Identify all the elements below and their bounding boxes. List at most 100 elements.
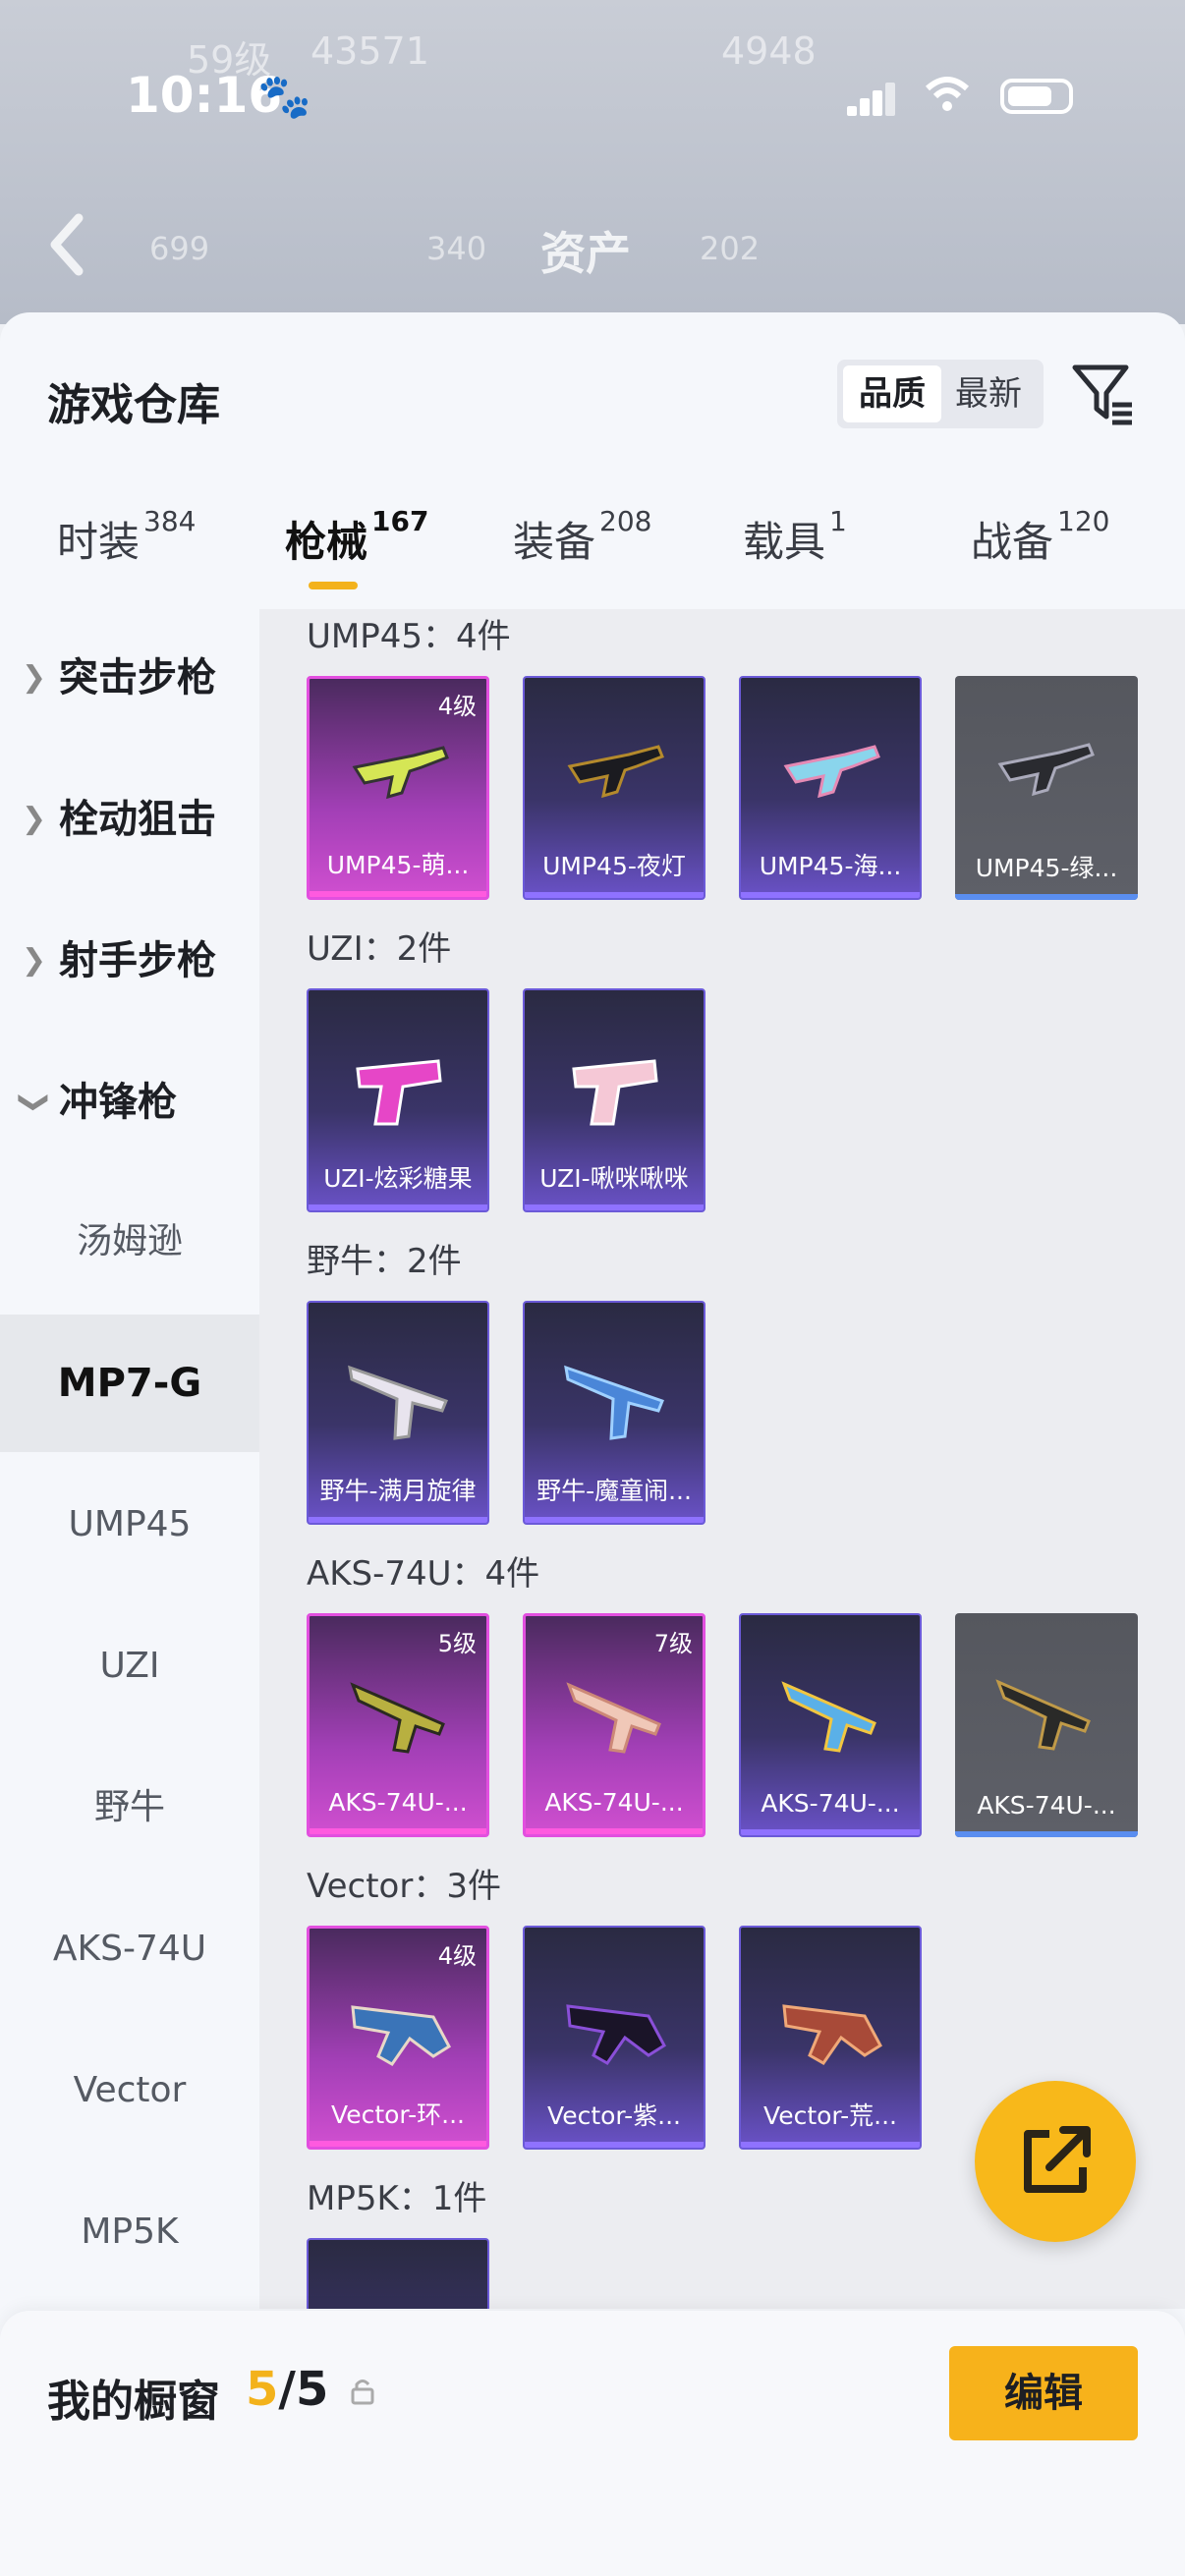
item-name: 野牛-魔童闹... xyxy=(536,1477,692,1505)
share-button[interactable] xyxy=(975,2081,1136,2242)
level-badge: 4级 xyxy=(437,693,477,720)
wifi-icon xyxy=(924,75,971,125)
gun-icon xyxy=(566,1682,661,1754)
rarity-bar xyxy=(310,1828,486,1834)
tab-count: 1 xyxy=(829,505,847,537)
sidebar-item-vector[interactable]: Vector xyxy=(0,2022,259,2159)
item-name: AKS-74U-... xyxy=(977,1791,1116,1820)
showcase-count: 5/5 xyxy=(246,2362,328,2417)
category-label: 突击步枪 xyxy=(59,655,216,700)
item-card[interactable]: 7级 AKS-74U-... xyxy=(523,1613,705,1837)
category-label: 射手步枪 xyxy=(59,938,216,983)
tab-vehicles[interactable]: 载具 1 xyxy=(743,505,847,569)
back-chevron-icon[interactable] xyxy=(47,210,86,296)
item-name: UMP45-绿... xyxy=(975,854,1118,882)
showcase-bar: 我的橱窗 5/5 编辑 xyxy=(0,2311,1185,2576)
rarity-bar xyxy=(955,894,1138,900)
item-card[interactable]: 野牛-魔童闹... xyxy=(523,1301,705,1525)
gun-icon xyxy=(348,1365,448,1440)
rarity-bar xyxy=(955,1831,1138,1837)
sidebar-item-uzi[interactable]: UZI xyxy=(0,1597,259,1735)
tab-equipment[interactable]: 装备 208 xyxy=(513,505,651,569)
item-card[interactable]: UMP45-绿... xyxy=(955,676,1138,900)
category-label: 栓动狙击 xyxy=(59,797,216,842)
group-title: Vector：3件 xyxy=(307,1867,501,1906)
tab-firearms[interactable]: 枪械 167 xyxy=(285,505,428,569)
gun-icon xyxy=(352,746,449,800)
paw-icon: 🐾 xyxy=(257,72,311,122)
showcase-label: 我的橱窗 xyxy=(47,2377,220,2427)
item-card[interactable]: UMP45-夜灯 xyxy=(523,676,705,900)
showcase-current: 5 xyxy=(246,2362,279,2417)
tab-fashion[interactable]: 时装 384 xyxy=(57,505,196,569)
group-title: UMP45：4件 xyxy=(307,617,511,656)
item-name: UMP45-萌... xyxy=(326,851,470,879)
items-grid: UMP45：4件 4级 UMP45-萌... UMP45-夜灯 UMP45-海.… xyxy=(259,609,1185,2309)
gun-icon xyxy=(995,1679,1091,1751)
item-name: UMP45-夜灯 xyxy=(542,852,686,880)
item-card[interactable]: UMP45-海... xyxy=(739,676,922,900)
item-card[interactable]: 4级 UMP45-萌... xyxy=(307,676,489,900)
nav-bar: 资产 xyxy=(0,196,1185,305)
item-name: UZI-炫彩糖果 xyxy=(323,1164,473,1193)
category-label: 冲锋枪 xyxy=(59,1080,177,1125)
filter-icon[interactable] xyxy=(1069,360,1138,428)
category-assault-rifle[interactable]: ❯ 突击步枪 xyxy=(0,609,259,747)
chevron-right-icon: ❯ xyxy=(22,660,47,695)
tab-label: 战备 xyxy=(971,518,1054,566)
showcase-separator: / xyxy=(278,2362,296,2417)
sidebar-item-aks74u[interactable]: AKS-74U xyxy=(0,1880,259,2018)
item-card[interactable]: Vector-紫... xyxy=(523,1926,705,2150)
sidebar-item-ump45[interactable]: UMP45 xyxy=(0,1456,259,1594)
sidebar-item-thompson[interactable]: 汤姆逊 xyxy=(0,1173,259,1311)
item-card[interactable]: 4级 Vector-环... xyxy=(307,1926,489,2150)
rarity-bar xyxy=(525,2142,704,2148)
item-name: 野牛-满月旋律 xyxy=(319,1477,477,1505)
item-card[interactable]: AKS-74U-... xyxy=(955,1613,1138,1837)
gun-icon xyxy=(344,2289,454,2309)
status-bar: 10:16 🐾 xyxy=(0,49,1185,147)
gun-icon xyxy=(783,745,880,799)
category-bolt-sniper[interactable]: ❯ 栓动狙击 xyxy=(0,751,259,888)
gun-icon xyxy=(356,1059,442,1126)
edit-button[interactable]: 编辑 xyxy=(949,2346,1138,2440)
category-smg[interactable]: ❯ 冲锋枪 xyxy=(0,1034,259,1171)
item-name: Vector-荒... xyxy=(763,2101,897,2130)
item-name: UZI-啾咪啾咪 xyxy=(539,1164,689,1193)
sidebar-item-bizon[interactable]: 野牛 xyxy=(0,1739,259,1876)
item-card[interactable]: 野牛-满月旋律 xyxy=(307,1301,489,1525)
sort-latest-button[interactable]: 最新 xyxy=(939,365,1038,422)
rarity-bar xyxy=(525,1517,704,1523)
item-card[interactable] xyxy=(307,2238,489,2309)
group-title: UZI：2件 xyxy=(307,929,452,969)
tab-count: 120 xyxy=(1057,505,1110,537)
tab-label: 时装 xyxy=(57,518,141,566)
item-card[interactable]: AKS-74U-... xyxy=(739,1613,922,1837)
rarity-bar xyxy=(741,1829,920,1835)
chevron-right-icon: ❯ xyxy=(22,802,47,836)
item-name: Vector-紫... xyxy=(547,2101,681,2130)
item-name: AKS-74U-... xyxy=(328,1788,468,1817)
rarity-bar xyxy=(741,2142,920,2148)
rarity-bar xyxy=(309,1204,487,1210)
item-card[interactable]: UZI-啾咪啾咪 xyxy=(523,988,705,1212)
signal-icon xyxy=(847,81,896,116)
rarity-bar xyxy=(526,1828,703,1834)
category-marksman-rifle[interactable]: ❯ 射手步枪 xyxy=(0,892,259,1030)
gun-icon xyxy=(566,2004,666,2065)
sidebar-item-mp7g[interactable]: MP7-G xyxy=(0,1315,259,1452)
tab-tactical[interactable]: 战备 120 xyxy=(971,505,1109,569)
level-badge: 5级 xyxy=(437,1630,477,1657)
sort-toggle: 品质 最新 xyxy=(837,360,1044,428)
sort-quality-button[interactable]: 品质 xyxy=(843,365,941,422)
item-card[interactable]: 5级 AKS-74U-... xyxy=(307,1613,489,1837)
page-title: 资产 xyxy=(540,227,631,280)
sidebar-item-mp5k[interactable]: MP5K xyxy=(0,2163,259,2301)
tab-label: 载具 xyxy=(743,518,826,566)
sheet-title: 游戏仓库 xyxy=(47,380,220,430)
group-title: AKS-74U：4件 xyxy=(307,1554,540,1594)
item-card[interactable]: Vector-荒... xyxy=(739,1926,922,2150)
lock-icon xyxy=(350,2378,375,2405)
rarity-bar xyxy=(525,1204,704,1210)
item-card[interactable]: UZI-炫彩糖果 xyxy=(307,988,489,1212)
